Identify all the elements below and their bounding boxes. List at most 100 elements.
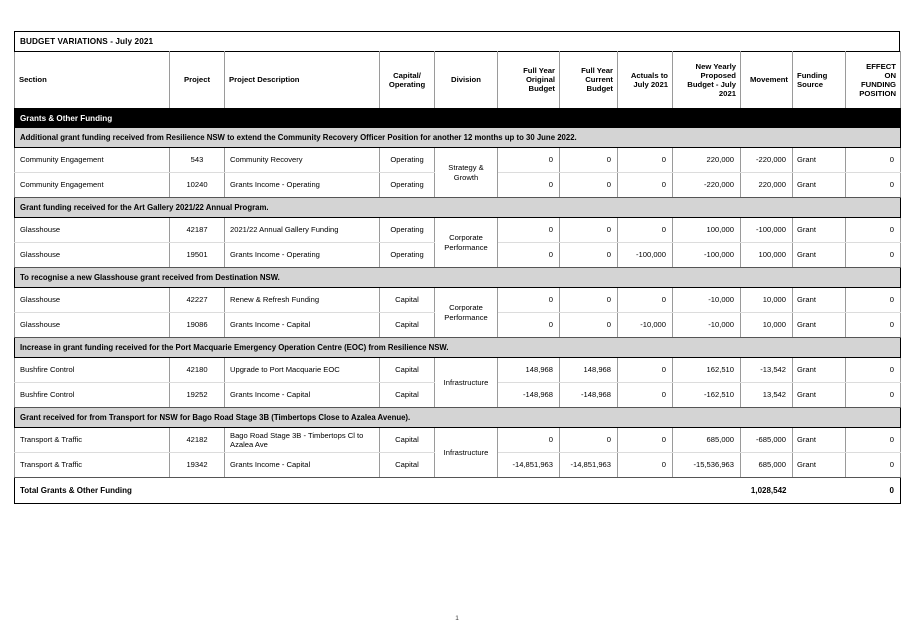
cell-funding-source: Grant (792, 217, 846, 243)
cell-full-year-original-budget: 148,968 (497, 357, 560, 383)
table-row: Transport & Traffic 42182 Bago Road Stage … (14, 427, 901, 478)
cell-project: 19086 (169, 312, 225, 338)
cell-section: Glasshouse (14, 287, 170, 313)
cell-new-yearly-proposed-budget: -100,000 (672, 242, 741, 268)
cell-funding-source: Grant (792, 452, 846, 478)
cell-description: 2021/22 Annual Gallery Funding (224, 217, 380, 243)
cell-section: Bushfire Control (14, 382, 170, 408)
section-note: Increase in grant funding received for t… (14, 337, 901, 358)
cell-project: 42227 (169, 287, 225, 313)
column-header-section: Section (14, 51, 170, 110)
page: BUDGET VARIATIONS - July 2021 Section Pr… (0, 0, 914, 642)
column-header-project: Project (169, 51, 225, 110)
budget-variations-table: Section Project Project Description Capi… (14, 51, 901, 504)
cell-project: 42182 (169, 427, 225, 453)
cell-effect-on-funding-position: 0 (845, 312, 901, 338)
cell-project: 42187 (169, 217, 225, 243)
cell-capital-operating: Capital (379, 427, 435, 453)
total-row: Total Grants & Other Funding 1,028,542 0 (14, 477, 901, 504)
cell-capital-operating: Operating (379, 147, 435, 173)
cell-description: Renew & Refresh Funding (224, 287, 380, 313)
cell-movement: -100,000 (740, 217, 793, 243)
column-header-capital-operating: Capital/Operating (379, 51, 435, 110)
cell-full-year-original-budget: 0 (497, 242, 560, 268)
column-header-full-year-current-budget: Full Year Current Budget (559, 51, 618, 110)
cell-actuals-to-july-2021: 0 (617, 357, 673, 383)
table-row: Glasshouse 42187 2021/22 Annual Gallery Fu… (14, 217, 901, 268)
cell-section: Bushfire Control (14, 357, 170, 383)
total-row-effect-on-funding-position: 0 (845, 477, 901, 504)
cell-new-yearly-proposed-budget: -220,000 (672, 172, 741, 198)
cell-project: 10240 (169, 172, 225, 198)
cell-full-year-original-budget: 0 (497, 427, 560, 453)
cell-description: Community Recovery (224, 147, 380, 173)
cell-division: Corporate Performance (434, 217, 498, 268)
cell-full-year-original-budget: 0 (497, 147, 560, 173)
table-body: Grants & Other Funding Additional grant f… (14, 108, 901, 504)
total-row-label: Total Grants & Other Funding (14, 477, 741, 504)
cell-full-year-original-budget: -148,968 (497, 382, 560, 408)
cell-effect-on-funding-position: 0 (845, 357, 901, 383)
cell-effect-on-funding-position: 0 (845, 452, 901, 478)
cell-effect-on-funding-position: 0 (845, 147, 901, 173)
section-note-label: Increase in grant funding received for t… (14, 337, 901, 358)
cell-division: Infrastructure (434, 357, 498, 408)
cell-project: 543 (169, 147, 225, 173)
cell-funding-source: Grant (792, 382, 846, 408)
cell-full-year-current-budget: -14,851,963 (559, 452, 618, 478)
cell-full-year-original-budget: 0 (497, 172, 560, 198)
cell-actuals-to-july-2021: 0 (617, 382, 673, 408)
cell-capital-operating: Capital (379, 312, 435, 338)
cell-capital-operating: Capital (379, 452, 435, 478)
cell-project: 19342 (169, 452, 225, 478)
column-header-effect-on-funding-position: EFFECT ON FUNDING POSITION (845, 51, 901, 110)
table-row: Bushfire Control 42180 Upgrade to Port Mac… (14, 357, 901, 408)
cell-capital-operating: Capital (379, 382, 435, 408)
cell-section: Glasshouse (14, 242, 170, 268)
cell-description: Upgrade to Port Macquarie EOC (224, 357, 380, 383)
cell-full-year-current-budget: 0 (559, 147, 618, 173)
cell-effect-on-funding-position: 0 (845, 217, 901, 243)
cell-movement: -13,542 (740, 357, 793, 383)
column-header-full-year-original-budget: Full Year Original Budget (497, 51, 560, 110)
cell-movement: -685,000 (740, 427, 793, 453)
cell-actuals-to-july-2021: -10,000 (617, 312, 673, 338)
cell-project: 19501 (169, 242, 225, 268)
column-header-division: Division (434, 51, 498, 110)
column-header-actuals-to-july-2021: Actuals to July 2021 (617, 51, 673, 110)
cell-full-year-current-budget: 0 (559, 172, 618, 198)
column-header-movement: Movement (740, 51, 793, 110)
cell-new-yearly-proposed-budget: 685,000 (672, 427, 741, 453)
cell-effect-on-funding-position: 0 (845, 287, 901, 313)
group-banner: Grants & Other Funding (14, 108, 901, 128)
section-note-label: Grant received for from Transport for NS… (14, 407, 901, 428)
cell-funding-source: Grant (792, 357, 846, 383)
section-note-label: Grant funding received for the Art Galle… (14, 197, 901, 218)
cell-actuals-to-july-2021: 0 (617, 427, 673, 453)
cell-capital-operating: Operating (379, 242, 435, 268)
cell-effect-on-funding-position: 0 (845, 382, 901, 408)
cell-actuals-to-july-2021: 0 (617, 452, 673, 478)
total-row-funding-source (792, 477, 846, 504)
cell-new-yearly-proposed-budget: -162,510 (672, 382, 741, 408)
cell-section: Community Engagement (14, 147, 170, 173)
cell-full-year-current-budget: -148,968 (559, 382, 618, 408)
cell-description: Bago Road Stage 3B - Timbertops Cl to Az… (224, 427, 380, 453)
cell-new-yearly-proposed-budget: 162,510 (672, 357, 741, 383)
cell-funding-source: Grant (792, 312, 846, 338)
cell-description: Grants Income - Capital (224, 452, 380, 478)
cell-full-year-current-budget: 0 (559, 242, 618, 268)
document-title-bar: BUDGET VARIATIONS - July 2021 (14, 31, 900, 51)
page-title: BUDGET VARIATIONS - July 2021 (20, 37, 154, 46)
cell-section: Community Engagement (14, 172, 170, 198)
cell-funding-source: Grant (792, 172, 846, 198)
cell-movement: 220,000 (740, 172, 793, 198)
cell-actuals-to-july-2021: -100,000 (617, 242, 673, 268)
section-note: Grant funding received for the Art Galle… (14, 197, 901, 218)
cell-full-year-original-budget: 0 (497, 312, 560, 338)
header-row: Section Project Project Description Capi… (14, 51, 901, 110)
cell-movement: 100,000 (740, 242, 793, 268)
cell-actuals-to-july-2021: 0 (617, 172, 673, 198)
cell-funding-source: Grant (792, 242, 846, 268)
cell-section: Glasshouse (14, 217, 170, 243)
